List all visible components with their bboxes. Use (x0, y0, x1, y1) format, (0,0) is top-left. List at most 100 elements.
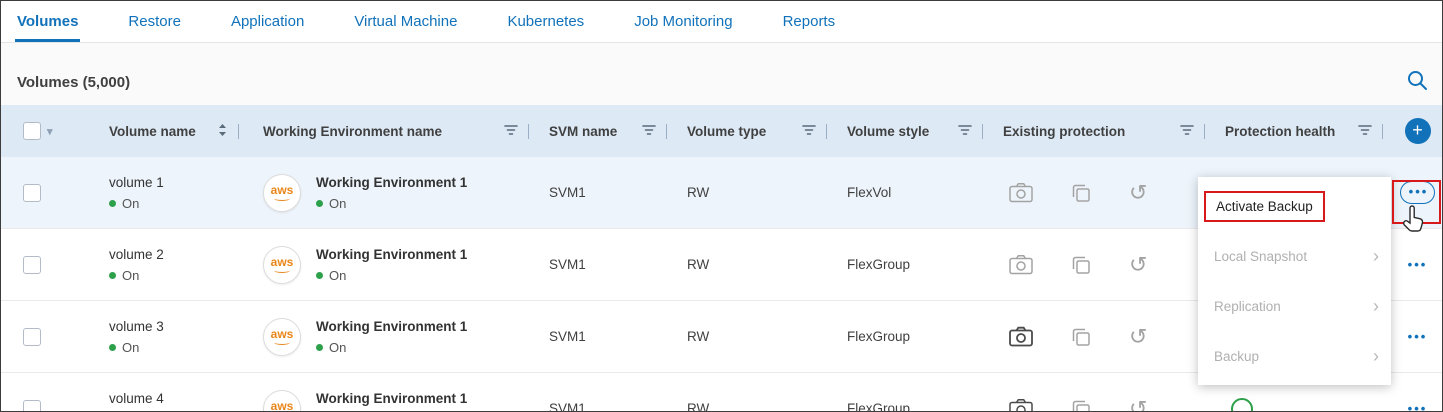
volume-status: On (109, 268, 164, 283)
snapshot-camera-icon (1009, 182, 1033, 203)
svm-name: SVM1 (549, 401, 586, 412)
menu-item-label: Replication (1214, 299, 1281, 314)
volume-name: volume 4 (109, 391, 164, 406)
row-actions-menu: Activate Backup Local Snapshot › Replica… (1198, 177, 1391, 385)
volume-name: volume 3 (109, 319, 164, 334)
aws-icon: aws (263, 246, 301, 284)
search-button[interactable] (1406, 69, 1428, 96)
column-header-protection-health[interactable]: Protection health (1225, 124, 1335, 139)
column-header-volume-style[interactable]: Volume style (847, 124, 929, 139)
filter-icon[interactable] (504, 124, 518, 139)
svm-name: SVM1 (549, 329, 586, 344)
clone-copy-icon (1071, 255, 1091, 275)
column-divider (666, 124, 667, 139)
status-dot-icon (316, 344, 323, 351)
select-all-checkbox[interactable] (23, 122, 41, 140)
volume-type: RW (687, 185, 709, 200)
snapshot-camera-icon (1009, 398, 1033, 412)
filter-icon[interactable] (1180, 124, 1194, 139)
clone-copy-icon (1071, 183, 1091, 203)
aws-smile-icon (274, 196, 290, 201)
row-actions-button[interactable]: ••• (1408, 258, 1428, 271)
filter-icon[interactable] (1358, 124, 1372, 139)
working-environment-status: On (316, 196, 467, 211)
row-checkbox[interactable] (23, 328, 41, 346)
top-tab-bar: Volumes Restore Application Virtual Mach… (1, 1, 1442, 43)
volumes-page: Volumes Restore Application Virtual Mach… (0, 0, 1443, 412)
row-actions-button[interactable]: ••• (1408, 402, 1428, 412)
tab-kubernetes[interactable]: Kubernetes (505, 1, 586, 42)
column-header-svm-name[interactable]: SVM name (549, 124, 617, 139)
add-button[interactable]: + (1405, 118, 1431, 144)
volume-style: FlexVol (847, 185, 891, 200)
filter-icon[interactable] (958, 124, 972, 139)
status-dot-icon (109, 200, 116, 207)
column-divider (528, 124, 529, 139)
search-icon (1406, 69, 1428, 96)
working-environment-status: On (316, 340, 467, 355)
menu-item-label: Backup (1214, 349, 1259, 364)
sort-icon[interactable] (217, 123, 228, 140)
tab-job-monitoring[interactable]: Job Monitoring (632, 1, 734, 42)
status-label: On (329, 196, 346, 211)
working-environment-name: Working Environment 1 (316, 319, 467, 334)
filter-icon[interactable] (642, 124, 656, 139)
status-dot-icon (316, 272, 323, 279)
svm-name: SVM1 (549, 257, 586, 272)
tab-restore[interactable]: Restore (126, 1, 183, 42)
volume-type: RW (687, 329, 709, 344)
row-actions-button[interactable]: ••• (1408, 330, 1428, 343)
row-checkbox[interactable] (23, 400, 41, 412)
row-checkbox[interactable] (23, 256, 41, 274)
restore-arrow-icon: ↺ (1129, 326, 1147, 348)
column-divider (826, 124, 827, 139)
menu-item-local-snapshot[interactable]: Local Snapshot › (1198, 231, 1391, 281)
row-checkbox[interactable] (23, 184, 41, 202)
row-actions-button[interactable]: ••• (1400, 181, 1436, 204)
menu-item-replication[interactable]: Replication › (1198, 281, 1391, 331)
section-bar: Volumes (5,000) (1, 43, 1442, 105)
clone-copy-icon (1071, 327, 1091, 347)
tab-application[interactable]: Application (229, 1, 306, 42)
column-header-existing-protection[interactable]: Existing protection (1003, 124, 1125, 139)
volume-type: RW (687, 401, 709, 412)
tab-reports[interactable]: Reports (781, 1, 838, 42)
snapshot-camera-icon (1009, 326, 1033, 347)
select-all-caret-icon[interactable]: ▾ (47, 125, 53, 138)
tab-virtual-machine[interactable]: Virtual Machine (352, 1, 459, 42)
column-header-volume-type[interactable]: Volume type (687, 124, 766, 139)
menu-item-backup[interactable]: Backup › (1198, 331, 1391, 381)
status-label: On (122, 268, 139, 283)
restore-arrow-icon: ↺ (1129, 398, 1147, 412)
menu-item-label: Local Snapshot (1214, 249, 1307, 264)
column-divider (1382, 124, 1383, 139)
aws-smile-icon (274, 340, 290, 345)
volume-style: FlexGroup (847, 257, 910, 272)
volume-style: FlexGroup (847, 401, 910, 412)
svm-name: SVM1 (549, 185, 586, 200)
table-header: ▾ Volume name Working Environment name (1, 105, 1442, 157)
aws-smile-icon (274, 268, 290, 273)
working-environment-name: Working Environment 1 (316, 247, 467, 262)
column-divider (982, 124, 983, 139)
status-label: On (122, 196, 139, 211)
filter-icon[interactable] (802, 124, 816, 139)
volume-status: On (109, 196, 164, 211)
status-dot-icon (109, 272, 116, 279)
tab-volumes[interactable]: Volumes (15, 1, 80, 42)
status-dot-icon (109, 344, 116, 351)
status-label: On (329, 340, 346, 355)
column-header-volume-name[interactable]: Volume name (109, 124, 196, 139)
volume-type: RW (687, 257, 709, 272)
column-divider (1204, 124, 1205, 139)
column-header-working-environment[interactable]: Working Environment name (263, 124, 442, 139)
volume-status: On (109, 340, 164, 355)
menu-item-activate-backup[interactable]: Activate Backup (1198, 181, 1391, 231)
volume-name: volume 1 (109, 175, 164, 190)
aws-icon: aws (263, 174, 301, 212)
column-divider (238, 124, 239, 139)
chevron-right-icon: › (1373, 347, 1379, 365)
clone-copy-icon (1071, 399, 1091, 412)
snapshot-camera-icon (1009, 254, 1033, 275)
working-environment-name: Working Environment 1 (316, 391, 467, 406)
